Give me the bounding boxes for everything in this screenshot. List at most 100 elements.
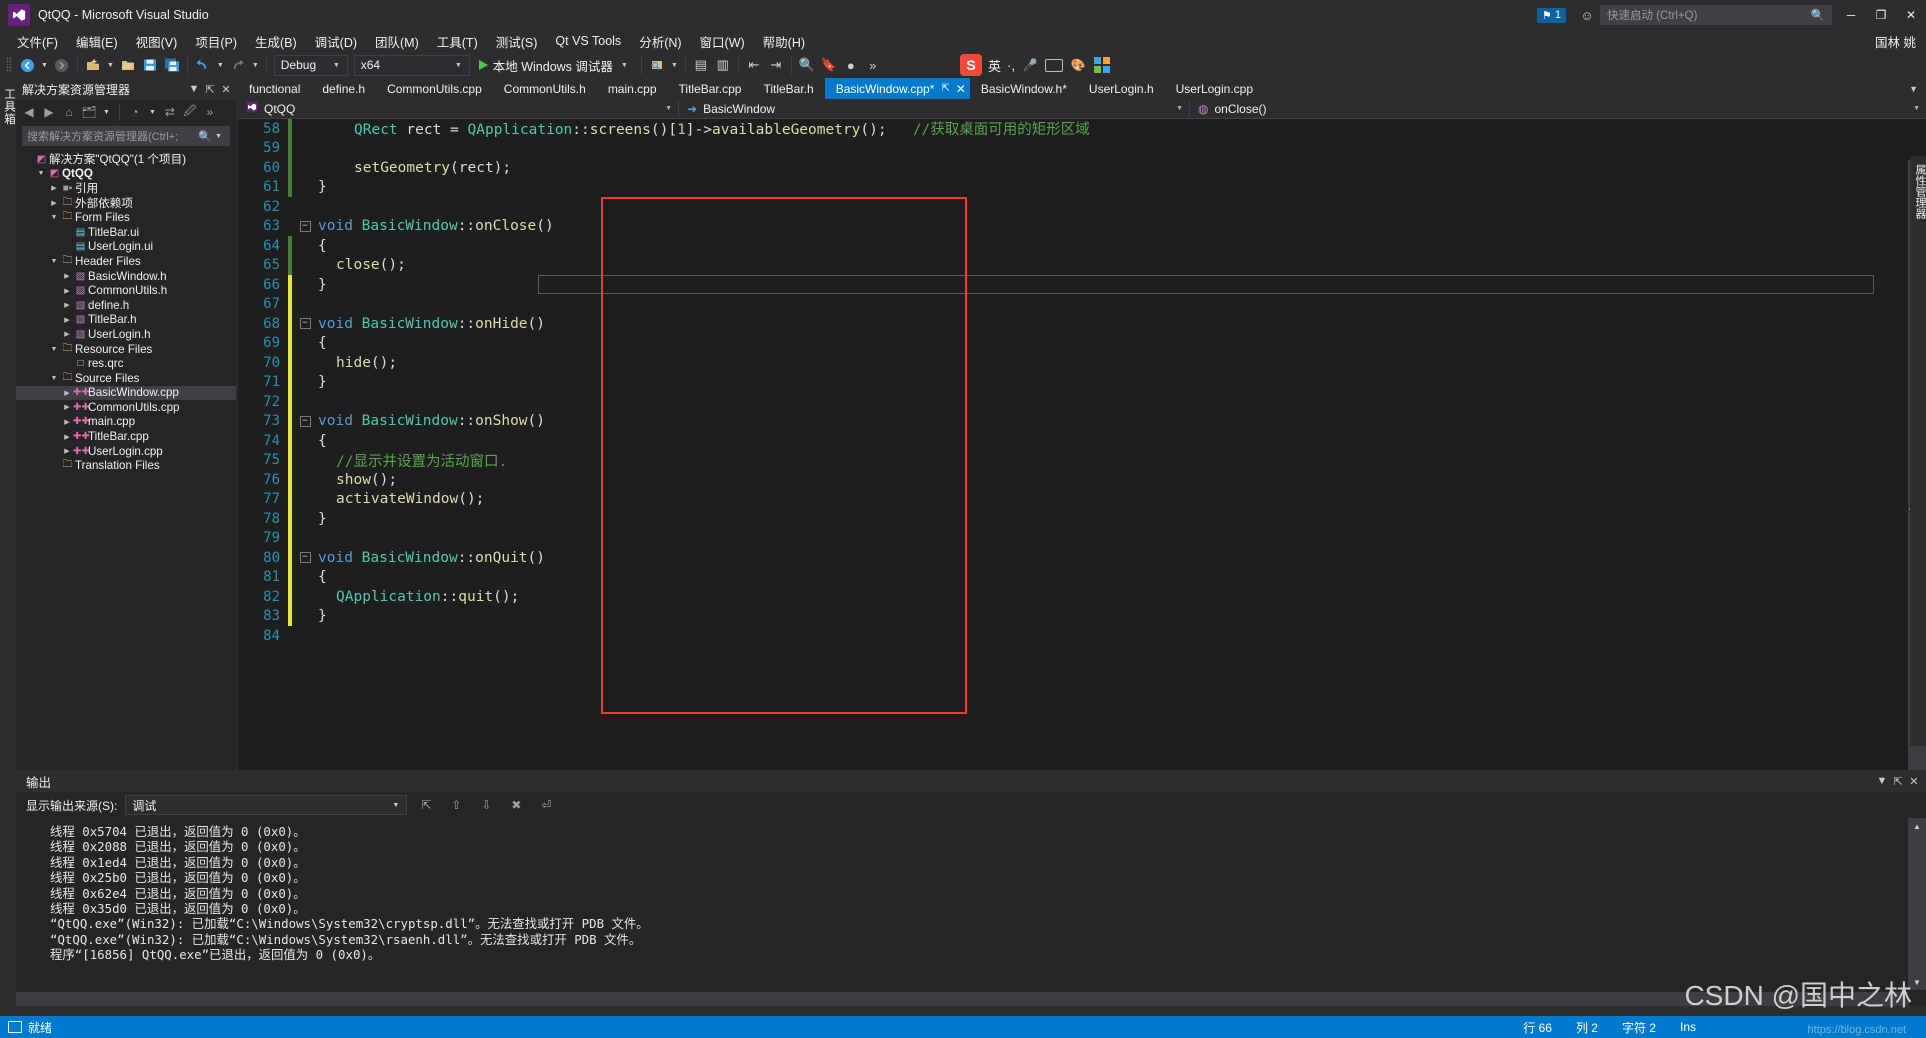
- code-line-78[interactable]: 78}: [238, 509, 1908, 529]
- switch-views-dropdown-icon[interactable]: ▼: [100, 109, 113, 116]
- collapsed-arrow-icon[interactable]: ▶: [61, 389, 73, 397]
- chevron-down-icon[interactable]: ▼: [1901, 84, 1926, 94]
- menu-edit[interactable]: 编辑(E): [67, 30, 127, 53]
- close-button[interactable]: ✕: [1896, 0, 1926, 30]
- code-line-66[interactable]: 66}: [238, 275, 1908, 295]
- editor-tab-basicwindow.cpp-[interactable]: BasicWindow.cpp* ⇱ ✕: [824, 78, 970, 99]
- menu-project[interactable]: 项目(P): [186, 30, 246, 53]
- code-line-72[interactable]: 72: [238, 392, 1908, 412]
- tree-item-main.cpp[interactable]: ▶ ✚✚ main.cpp: [16, 415, 236, 430]
- tree-item-source-files[interactable]: ▼ 🗀 Source Files: [16, 371, 236, 386]
- tree-item-userlogin.ui[interactable]: ▤ UserLogin.ui: [16, 240, 236, 255]
- expanded-arrow-icon[interactable]: ▼: [48, 346, 60, 353]
- menu-analyze[interactable]: 分析(N): [630, 30, 690, 53]
- output-vertical-scrollbar[interactable]: ▲ ▼: [1908, 818, 1926, 990]
- collapsed-arrow-icon[interactable]: ▶: [61, 301, 73, 309]
- close-icon[interactable]: ✕: [956, 82, 966, 96]
- output-horizontal-scrollbar[interactable]: [16, 992, 1908, 1006]
- sync-icon[interactable]: ⇄: [161, 103, 179, 121]
- collapsed-arrow-icon[interactable]: ▶: [61, 316, 73, 324]
- open-file-icon[interactable]: [117, 54, 139, 76]
- toggle-breakpoint-icon[interactable]: ●: [840, 54, 862, 76]
- attach-to-process-icon[interactable]: [646, 54, 668, 76]
- code-line-83[interactable]: 83}: [238, 606, 1908, 626]
- pin-icon[interactable]: ⇱: [941, 83, 949, 94]
- switch-views-icon[interactable]: 🗂: [80, 103, 98, 121]
- ime-punctuation-label[interactable]: ·,: [1007, 58, 1015, 73]
- code-line-80[interactable]: 80 − void BasicWindow::onQuit(): [238, 548, 1908, 568]
- menu-tools[interactable]: 工具(T): [428, 30, 487, 53]
- save-all-icon[interactable]: [161, 54, 183, 76]
- properties-icon[interactable]: 🖉: [181, 103, 199, 121]
- nav-project-combo[interactable]: QtQQ ▼: [238, 99, 678, 119]
- menu-view[interactable]: 视图(V): [127, 30, 187, 53]
- redo-icon[interactable]: [227, 54, 249, 76]
- undo-icon[interactable]: [192, 54, 214, 76]
- find-in-files-icon[interactable]: 🔍: [796, 54, 818, 76]
- collapsed-arrow-icon[interactable]: ▶: [61, 447, 73, 455]
- code-line-74[interactable]: 74 {: [238, 431, 1908, 451]
- notification-badge[interactable]: ⚑ 1: [1537, 7, 1566, 23]
- close-icon[interactable]: ✕: [218, 80, 234, 98]
- tree-item-commonutils.h[interactable]: ▶ ▧ CommonUtils.h: [16, 283, 236, 298]
- scroll-up-icon[interactable]: ▲: [1908, 818, 1926, 834]
- chevron-down-icon[interactable]: ▼: [618, 62, 631, 69]
- menu-qt-vs-tools[interactable]: Qt VS Tools: [546, 32, 630, 50]
- property-manager-tab[interactable]: 属性管理器: [1912, 164, 1926, 219]
- pending-changes-icon[interactable]: ◔: [126, 103, 144, 121]
- back-icon[interactable]: ◀: [20, 103, 38, 121]
- keyboard-icon[interactable]: [1044, 56, 1063, 74]
- forward-icon[interactable]: ▶: [40, 103, 58, 121]
- tree-item-userlogin.cpp[interactable]: ▶ ✚✚ UserLogin.cpp: [16, 444, 236, 459]
- collapsed-arrow-icon[interactable]: ▶: [61, 403, 73, 411]
- redo-dropdown-icon[interactable]: ▼: [249, 62, 262, 69]
- expanded-arrow-icon[interactable]: ▼: [48, 258, 60, 265]
- code-line-77[interactable]: 77 activateWindow();: [238, 489, 1908, 509]
- editor-tab-userlogin.cpp[interactable]: UserLogin.cpp: [1165, 78, 1264, 99]
- tab-strip-overflow[interactable]: ▼: [1901, 78, 1926, 99]
- code-line-69[interactable]: 69 {: [238, 333, 1908, 353]
- go-to-prev-icon[interactable]: ⇧: [445, 795, 467, 815]
- collapse-region-toggle[interactable]: −: [292, 415, 318, 427]
- output-text[interactable]: 线程 0x5704 已退出，返回值为 0 (0x0)。 线程 0x2088 已退出…: [16, 818, 1908, 990]
- navigate-forward-icon[interactable]: [51, 54, 73, 76]
- tree-item-resource-files[interactable]: ▼ 🗀 Resource Files: [16, 342, 236, 357]
- editor-tab-titlebar.cpp[interactable]: TitleBar.cpp: [668, 78, 753, 99]
- save-icon[interactable]: [139, 54, 161, 76]
- editor-tab-titlebar.h[interactable]: TitleBar.h: [752, 78, 824, 99]
- editor-tab-define.h[interactable]: define.h: [311, 78, 376, 99]
- comment-selection-icon[interactable]: ▤: [690, 54, 712, 76]
- undo-dropdown-icon[interactable]: ▼: [214, 62, 227, 69]
- code-line-84[interactable]: 84: [238, 626, 1908, 646]
- chevron-down-icon[interactable]: ▼: [212, 133, 225, 140]
- pin-icon[interactable]: ⇱: [1890, 772, 1906, 790]
- new-project-dropdown-icon[interactable]: ▼: [104, 62, 117, 69]
- collapsed-arrow-icon[interactable]: ▶: [48, 184, 60, 192]
- overflow-icon[interactable]: »: [862, 54, 884, 76]
- sogou-logo-icon[interactable]: S: [960, 54, 982, 76]
- collapse-region-toggle[interactable]: −: [292, 220, 318, 232]
- code-line-65[interactable]: 65 close();: [238, 255, 1908, 275]
- code-line-64[interactable]: 64 {: [238, 236, 1908, 256]
- tree-item--[interactable]: ▶ ■▪ 引用: [16, 181, 236, 196]
- code-line-70[interactable]: 70 hide();: [238, 353, 1908, 373]
- code-line-58[interactable]: 58 QRect rect = QApplication::screens()[1…: [238, 119, 1908, 139]
- pending-changes-dropdown-icon[interactable]: ▼: [146, 109, 159, 116]
- tree-item-define.h[interactable]: ▶ ▧ define.h: [16, 298, 236, 313]
- chevron-down-icon[interactable]: ▼: [186, 80, 202, 98]
- go-to-next-icon[interactable]: ⇩: [475, 795, 497, 815]
- chevron-down-icon[interactable]: ▼: [1874, 772, 1890, 790]
- decrease-indent-icon[interactable]: ⇤: [743, 54, 765, 76]
- menu-window[interactable]: 窗口(W): [691, 30, 754, 53]
- code-line-68[interactable]: 68 − void BasicWindow::onHide(): [238, 314, 1908, 334]
- signed-in-user[interactable]: 国林 姚: [1875, 32, 1916, 51]
- collapsed-arrow-icon[interactable]: ▶: [61, 433, 73, 441]
- menu-test[interactable]: 测试(S): [487, 30, 547, 53]
- navigate-back-dropdown-icon[interactable]: ▼: [38, 62, 51, 69]
- clear-all-icon[interactable]: ✖: [505, 795, 527, 815]
- tree-item-commonutils.cpp[interactable]: ▶ ✚✚ CommonUtils.cpp: [16, 400, 236, 415]
- mic-icon[interactable]: 🎤: [1021, 56, 1039, 74]
- nav-member-combo[interactable]: ◍ onClose() ▼: [1190, 99, 1926, 119]
- tree-item--qtqq-1-[interactable]: ◩ 解决方案"QtQQ"(1 个项目): [16, 152, 236, 167]
- code-line-71[interactable]: 71}: [238, 372, 1908, 392]
